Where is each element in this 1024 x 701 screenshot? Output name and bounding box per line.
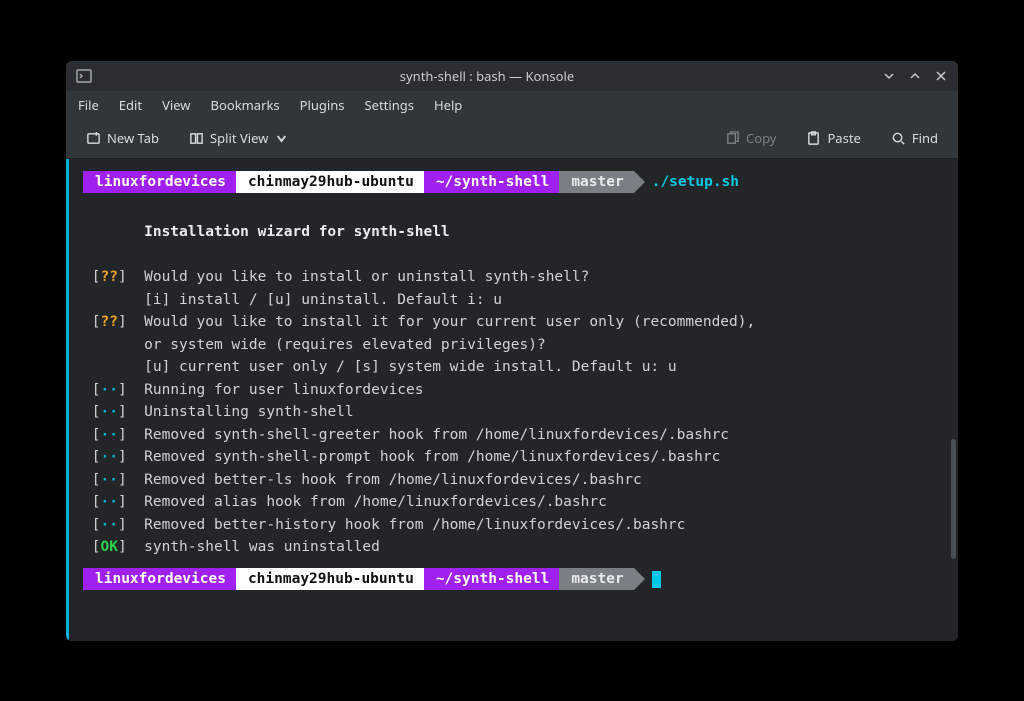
copy-button[interactable]: Copy: [717, 125, 784, 151]
new-tab-button[interactable]: New Tab: [78, 125, 167, 151]
prompt-line-2: linuxfordevices chinmay29hub-ubuntu ~/sy…: [83, 568, 944, 590]
prompt-line-1: linuxfordevices chinmay29hub-ubuntu ~/sy…: [83, 171, 944, 193]
prompt-host: chinmay29hub-ubuntu: [236, 568, 424, 590]
titlebar[interactable]: synth-shell : bash — Konsole: [66, 61, 958, 91]
menu-view[interactable]: View: [162, 96, 190, 114]
menu-settings[interactable]: Settings: [365, 96, 414, 114]
split-view-icon: [189, 131, 204, 146]
scrollbar[interactable]: [951, 439, 956, 559]
prompt-user: linuxfordevices: [83, 568, 236, 590]
menu-file[interactable]: File: [78, 96, 99, 114]
minimize-icon[interactable]: [882, 69, 896, 83]
prompt-path: ~/synth-shell: [424, 568, 560, 590]
new-tab-icon: [86, 131, 101, 146]
command-text: ./setup.sh: [652, 171, 739, 193]
menubar: File Edit View Bookmarks Plugins Setting…: [66, 91, 958, 119]
paste-icon: [806, 131, 821, 146]
copy-icon: [725, 131, 740, 146]
menu-help[interactable]: Help: [434, 96, 462, 114]
new-tab-label: New Tab: [107, 129, 159, 147]
paste-button[interactable]: Paste: [798, 125, 868, 151]
prompt-branch: master: [559, 171, 633, 193]
split-view-button[interactable]: Split View: [181, 125, 297, 151]
menu-plugins[interactable]: Plugins: [300, 96, 345, 114]
konsole-window: synth-shell : bash — Konsole File Edit V…: [66, 61, 958, 641]
terminal-pane[interactable]: linuxfordevices chinmay29hub-ubuntu ~/sy…: [66, 159, 958, 641]
window-title: synth-shell : bash — Konsole: [92, 67, 882, 85]
terminal-app-icon: [76, 68, 92, 84]
prompt-host: chinmay29hub-ubuntu: [236, 171, 424, 193]
menu-bookmarks[interactable]: Bookmarks: [211, 96, 280, 114]
maximize-icon[interactable]: [908, 69, 922, 83]
search-icon: [891, 131, 906, 146]
chevron-down-icon: [274, 131, 289, 146]
menu-edit[interactable]: Edit: [119, 96, 142, 114]
toolbar: New Tab Split View Copy Paste Find: [66, 119, 958, 159]
prompt-user: linuxfordevices: [83, 171, 236, 193]
find-label: Find: [912, 129, 938, 147]
split-view-label: Split View: [210, 129, 268, 147]
paste-label: Paste: [827, 129, 860, 147]
prompt-branch: master: [559, 568, 633, 590]
terminal-cursor: [652, 571, 661, 588]
copy-label: Copy: [746, 129, 776, 147]
find-button[interactable]: Find: [883, 125, 946, 151]
close-icon[interactable]: [934, 69, 948, 83]
terminal-output: Installation wizard for synth-shell [??]…: [83, 199, 944, 559]
prompt-path: ~/synth-shell: [424, 171, 560, 193]
